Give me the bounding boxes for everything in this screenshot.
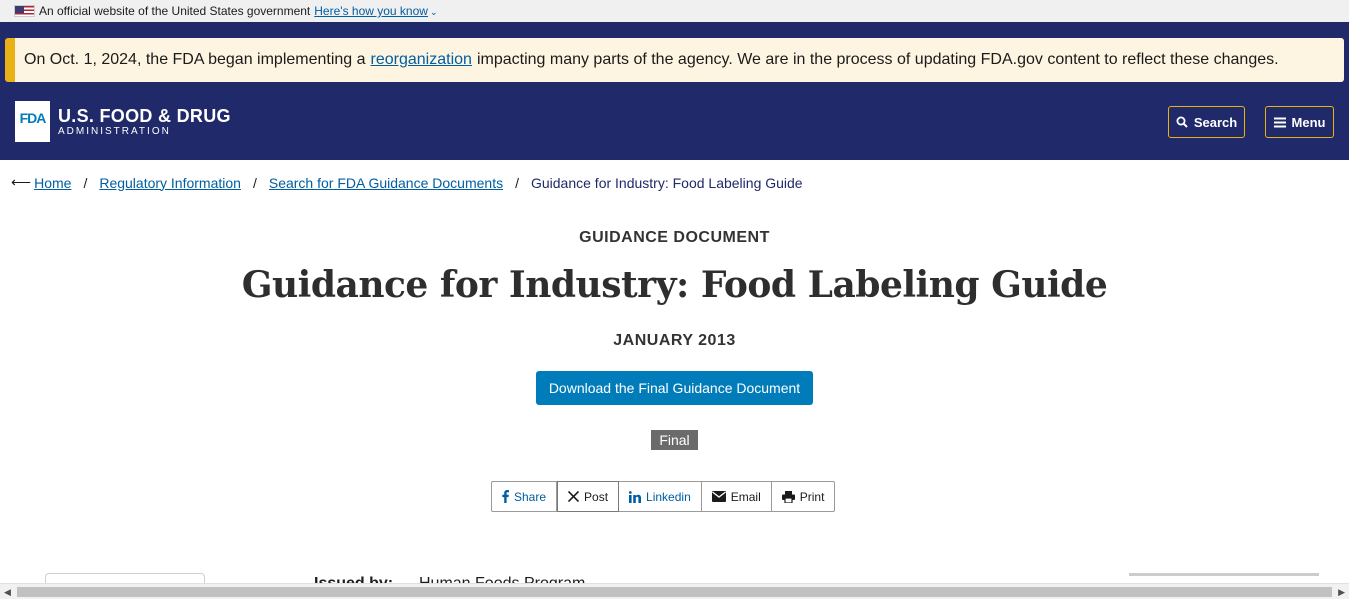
breadcrumb-regulatory-information[interactable]: Regulatory Information xyxy=(99,175,241,191)
breadcrumb-separator: / xyxy=(252,174,257,191)
document-date: JANUARY 2013 xyxy=(613,332,736,349)
chevron-down-icon: ⌄ xyxy=(429,7,438,17)
share-facebook-label: Share xyxy=(514,489,547,504)
envelope-icon xyxy=(711,491,726,502)
share-facebook-button[interactable]: Share xyxy=(492,482,558,511)
site-header: FDA U.S. FOOD & DRUG ADMINISTRATION Sear… xyxy=(0,83,1349,160)
alert-band: On Oct. 1, 2024, the FDA began implement… xyxy=(0,22,1349,83)
fda-logo-text: U.S. FOOD & DRUG ADMINISTRATION xyxy=(58,106,231,138)
share-email-button[interactable]: Email xyxy=(702,482,772,511)
search-button-label: Search xyxy=(1193,114,1238,130)
share-linkedin-label: Linkedin xyxy=(646,489,691,504)
gov-banner: An official website of the United States… xyxy=(0,0,1349,22)
breadcrumb-separator: / xyxy=(515,174,519,191)
print-label: Print xyxy=(799,489,825,504)
alert-text-after: impacting many parts of the agency. We a… xyxy=(476,51,1279,68)
printer-icon xyxy=(781,490,795,503)
logo-sub-text: ADMINISTRATION xyxy=(58,125,171,137)
share-x-label: Post xyxy=(584,489,609,504)
status-badge: Final xyxy=(651,430,698,450)
download-guidance-button[interactable]: Download the Final Guidance Document xyxy=(536,371,813,405)
facebook-icon xyxy=(502,490,509,503)
breadcrumb-home[interactable]: Home xyxy=(34,175,71,191)
reorganization-link[interactable]: reorganization xyxy=(371,51,472,69)
share-bar: Share Post Linkedin Email Print xyxy=(491,481,836,512)
fda-logo-mark: FDA xyxy=(15,101,50,142)
search-icon xyxy=(1176,116,1188,128)
breadcrumb-current: Guidance for Industry: Food Labeling Gui… xyxy=(530,174,803,191)
search-button[interactable]: Search xyxy=(1168,106,1245,138)
back-arrow-icon: ⟵ xyxy=(11,174,32,190)
logo-main-text: U.S. FOOD & DRUG xyxy=(58,105,231,126)
breadcrumb-separator: / xyxy=(83,174,88,191)
menu-button[interactable]: Menu xyxy=(1265,106,1334,138)
fda-logo[interactable]: FDA U.S. FOOD & DRUG ADMINISTRATION xyxy=(15,101,231,142)
share-linkedin-button[interactable]: Linkedin xyxy=(619,482,702,511)
heres-how-you-know-link[interactable]: Here's how you know ⌄ xyxy=(314,4,437,18)
us-flag-icon xyxy=(14,5,35,17)
heres-how-you-know-label: Here's how you know xyxy=(314,4,428,18)
scrollbar-thumb[interactable] xyxy=(17,587,1332,597)
menu-button-label: Menu xyxy=(1291,114,1326,130)
alert-text-before: On Oct. 1, 2024, the FDA began implement… xyxy=(24,51,366,68)
page-title: Guidance for Industry: Food Labeling Gui… xyxy=(241,264,1108,306)
hamburger-icon xyxy=(1273,117,1286,127)
document-type: GUIDANCE DOCUMENT xyxy=(579,229,770,246)
horizontal-scrollbar[interactable]: ◀ ▶ xyxy=(0,583,1349,599)
x-icon xyxy=(568,491,580,502)
sidebar-divider xyxy=(1129,573,1319,576)
print-button[interactable]: Print xyxy=(772,482,835,511)
share-x-button[interactable]: Post xyxy=(557,481,620,512)
reorganization-alert: On Oct. 1, 2024, the FDA began implement… xyxy=(5,38,1344,82)
breadcrumb: ⟵ Home / Regulatory Information / Search… xyxy=(11,174,803,191)
scroll-left-icon[interactable]: ◀ xyxy=(4,587,11,598)
share-email-label: Email xyxy=(730,489,761,504)
linkedin-icon xyxy=(629,490,642,503)
gov-banner-text: An official website of the United States… xyxy=(39,4,311,18)
breadcrumb-search-guidance[interactable]: Search for FDA Guidance Documents xyxy=(269,175,503,191)
scroll-right-icon[interactable]: ▶ xyxy=(1338,587,1345,598)
